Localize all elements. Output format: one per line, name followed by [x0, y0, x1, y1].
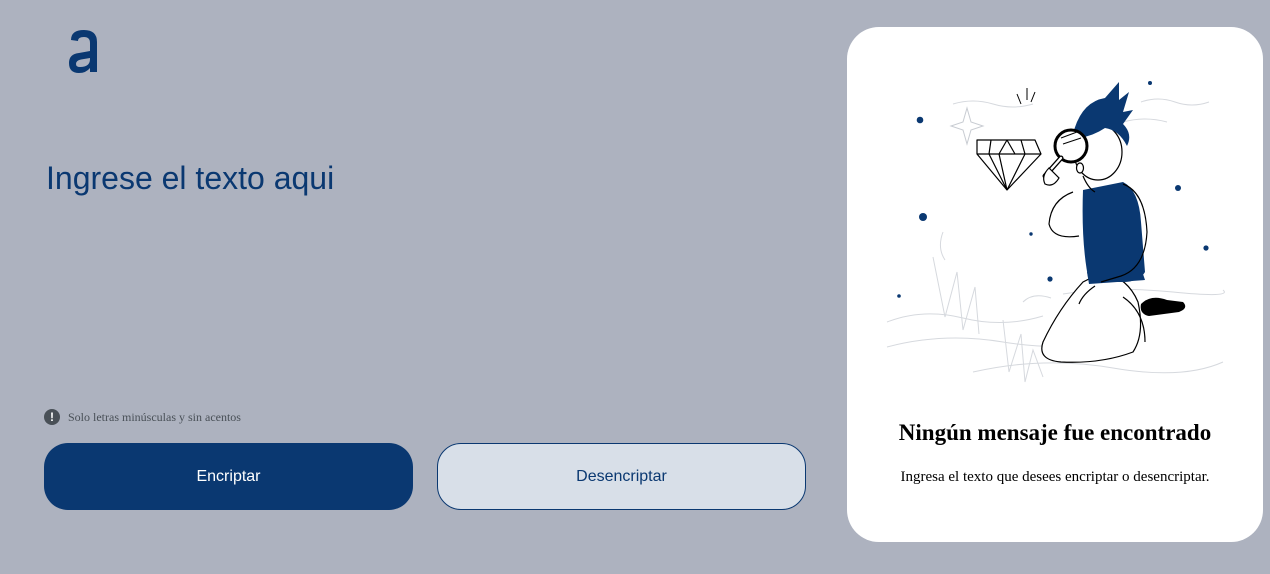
empty-state-title: Ningún mensaje fue encontrado	[898, 420, 1212, 445]
logo-icon	[69, 30, 97, 73]
text-input[interactable]	[46, 160, 806, 390]
output-panel: Ningún mensaje fue encontrado Ingresa el…	[847, 27, 1263, 542]
encrypt-button[interactable]: Encriptar	[44, 443, 413, 510]
empty-state-message: Ingresa el texto que desees encriptar o …	[900, 469, 1210, 485]
hint: ! Solo letras minúsculas y sin acentos	[44, 409, 241, 425]
decrypt-button[interactable]: Desencriptar	[437, 443, 806, 510]
exclamation-circle-icon: !	[44, 409, 60, 425]
hint-text: Solo letras minúsculas y sin acentos	[68, 409, 241, 424]
person-searching-illustration	[886, 81, 1225, 383]
